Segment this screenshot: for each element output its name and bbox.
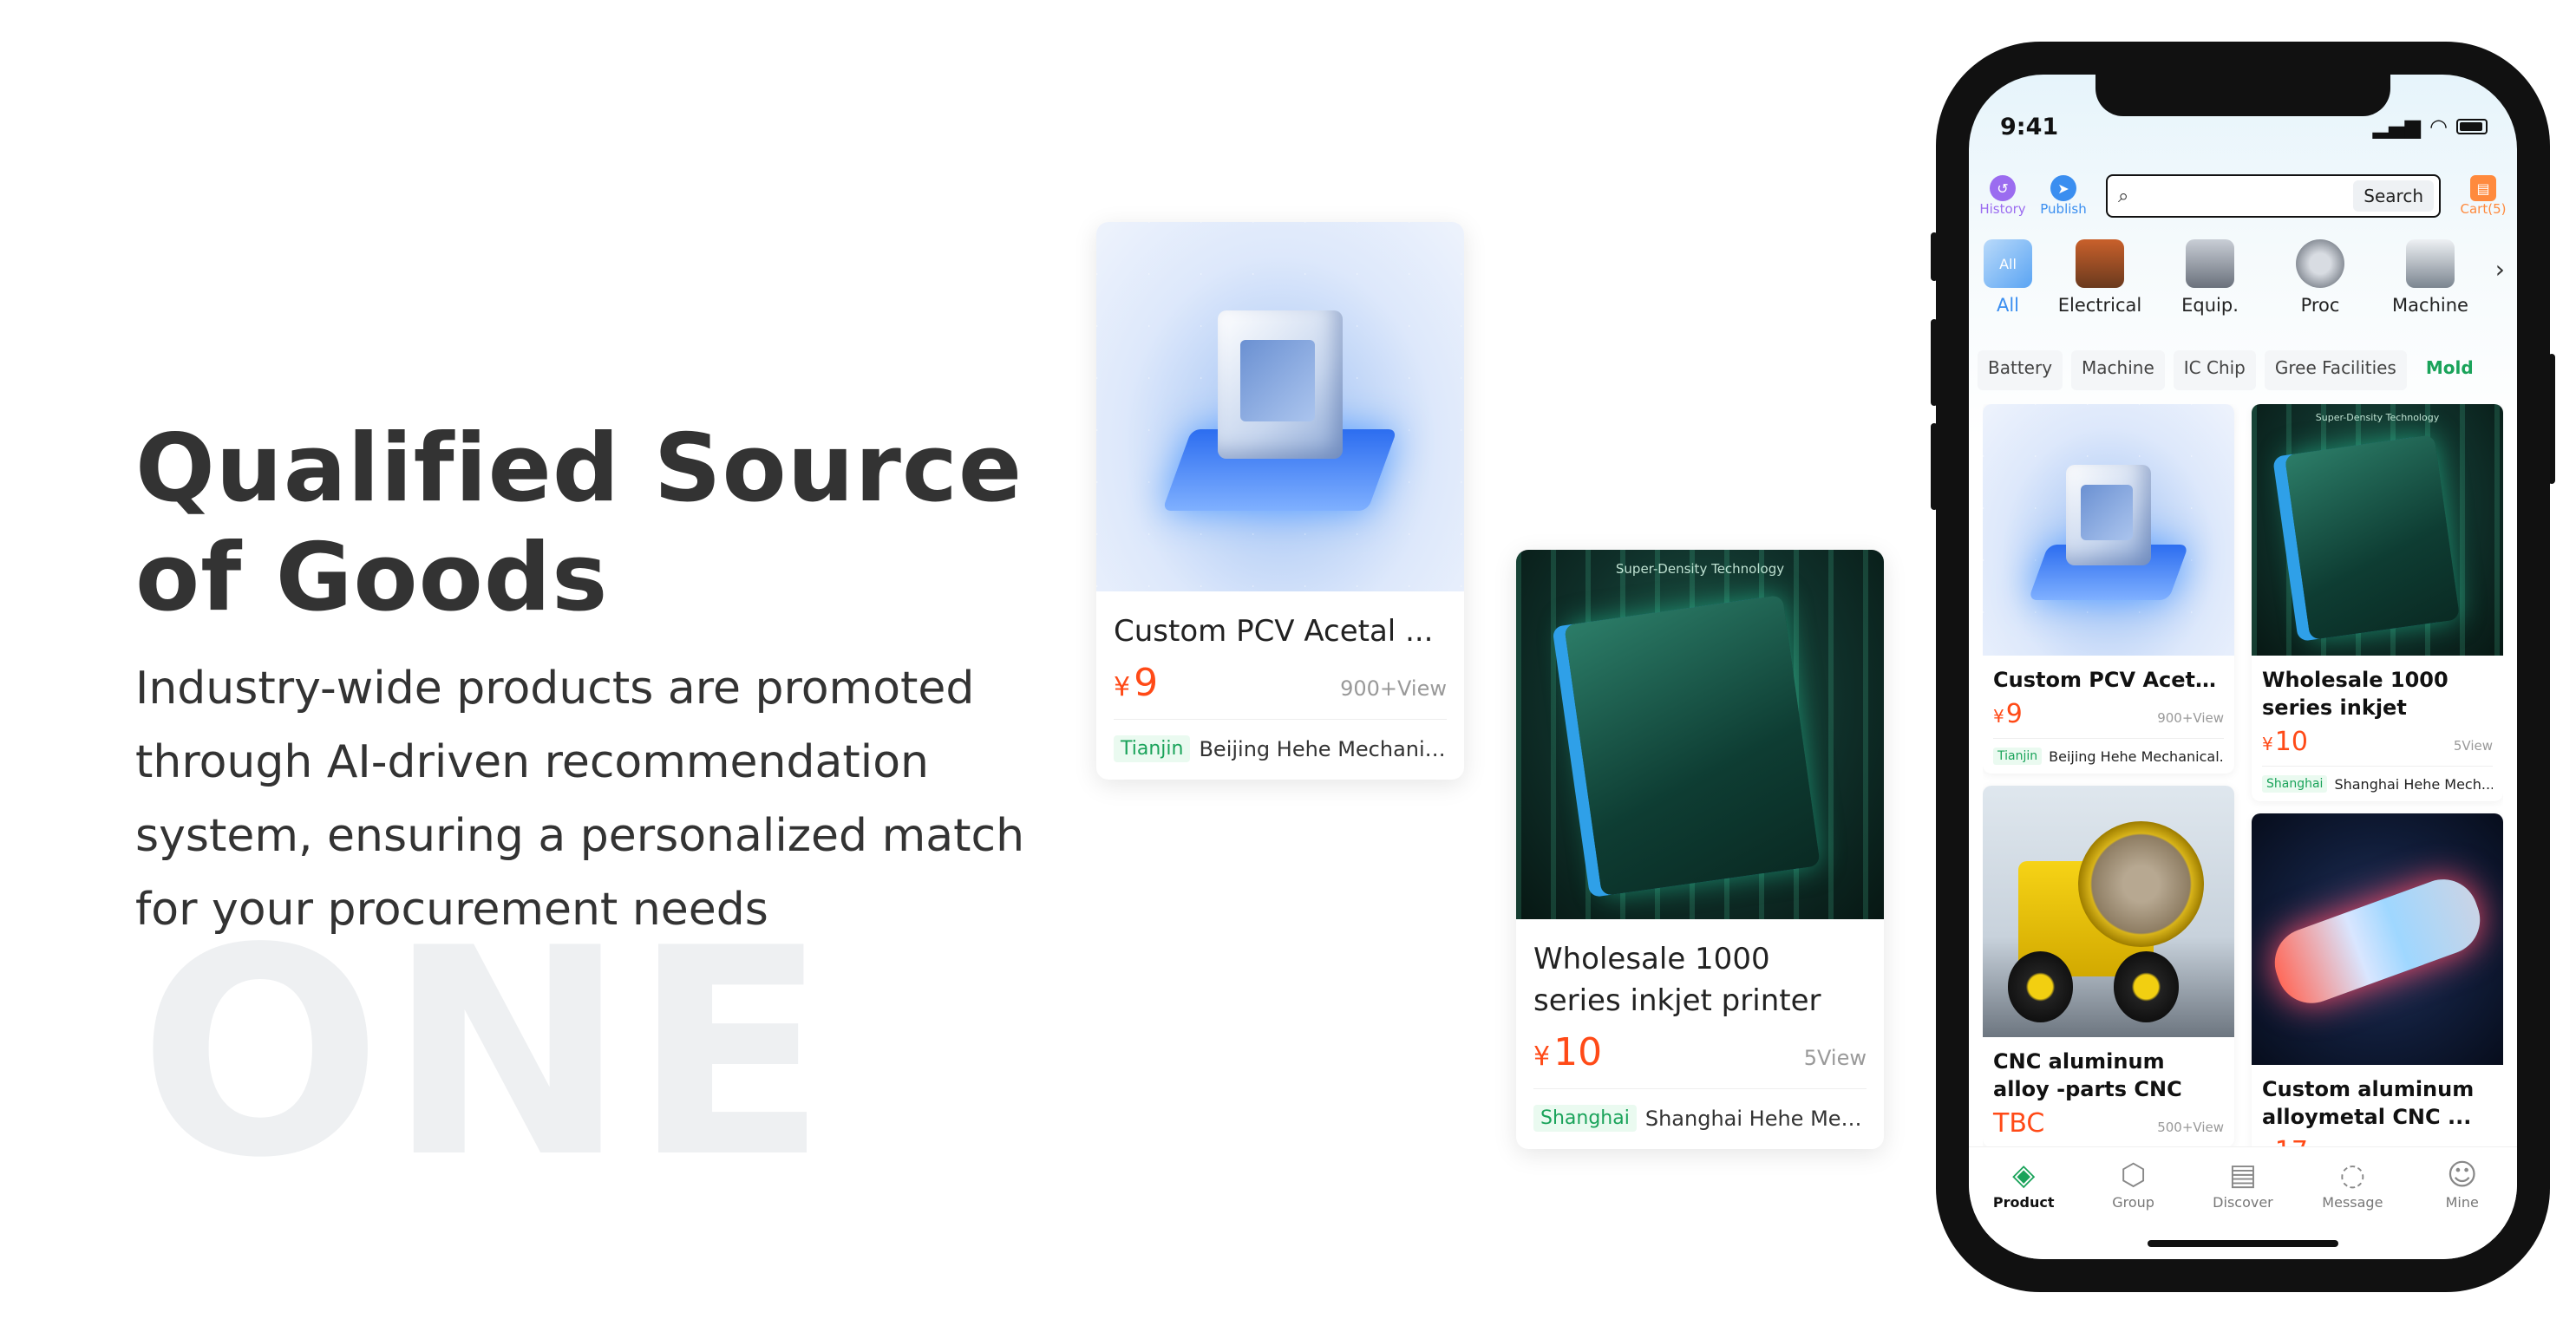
product-title: Custom PCV Acetal ... xyxy=(1114,614,1434,649)
background-word: ONE xyxy=(139,887,834,1220)
wifi-icon: ◠ xyxy=(2429,114,2448,139)
view-count: 900+View xyxy=(2157,710,2224,726)
headline: Qualified Source of Goods xyxy=(135,415,1023,632)
product-image: Super-Density Technology xyxy=(1516,550,1884,919)
home-indicator xyxy=(2148,1240,2338,1247)
tab-label: Group xyxy=(2112,1194,2154,1211)
product-card[interactable]: Custom PCV Acetal ... ¥9 900+View Tianji… xyxy=(1983,404,2234,774)
search-button[interactable]: Search xyxy=(2353,180,2434,212)
floating-product-card[interactable]: Super-Density Technology Wholesale 1000 … xyxy=(1516,550,1884,1149)
product-image xyxy=(1983,786,2234,1037)
view-count: 5View xyxy=(1803,1046,1867,1070)
category-machine[interactable]: Machine xyxy=(2382,239,2479,316)
seller-name: Beijing Hehe Mechanical... xyxy=(1199,736,1447,761)
product-card[interactable]: Super-Density Technology Wholesale 1000 … xyxy=(2252,404,2503,801)
notch xyxy=(2095,75,2390,116)
category-processing[interactable]: Proc xyxy=(2272,239,2369,316)
category-label: Proc xyxy=(2300,295,2340,316)
city-badge: Tianjin xyxy=(1114,735,1191,762)
tab-label: Product xyxy=(1992,1194,2055,1211)
layers-icon: ◈ xyxy=(2012,1158,2036,1192)
image-caption: Super-Density Technology xyxy=(2315,411,2440,423)
view-count: 900+View xyxy=(1340,676,1447,701)
subtext: Industry-wide products are promoted thro… xyxy=(135,663,1025,936)
bottom-tab-bar: ◈ Product ⬡ Group ▤ Discover ◌ Message ☺… xyxy=(1969,1146,2517,1259)
tab-mine[interactable]: ☺ Mine xyxy=(2415,1156,2510,1259)
search-icon: ⌕ xyxy=(2118,185,2129,207)
send-icon: ➤ xyxy=(2050,175,2076,201)
profile-icon: ☺ xyxy=(2447,1158,2478,1192)
phone-screen: 9:41 ▂▄▆ ◠ ↺ History ➤ Publish ⌕ Search xyxy=(1969,75,2517,1259)
product-image xyxy=(2252,813,2503,1065)
product-price: TBC xyxy=(1993,1108,2045,1139)
seller-name: Shanghai Hehe Mech... xyxy=(1644,1106,1867,1131)
history-icon: ↺ xyxy=(1990,175,2016,201)
tag-chip-highlight[interactable]: Mold xyxy=(2416,350,2484,390)
electrical-icon xyxy=(2076,239,2124,288)
product-image xyxy=(1096,222,1464,591)
product-price: ¥10 xyxy=(1533,1030,1603,1074)
category-label: Machine xyxy=(2392,295,2468,316)
city-badge: Shanghai xyxy=(2262,775,2328,793)
cart-icon: ▤ xyxy=(2470,175,2496,201)
search-input[interactable]: ⌕ Search xyxy=(2106,174,2441,218)
tab-product[interactable]: ◈ Product xyxy=(1976,1156,2071,1259)
cart-label: Cart(5) xyxy=(2460,201,2507,217)
phone-mockup: 9:41 ▂▄▆ ◠ ↺ History ➤ Publish ⌕ Search xyxy=(1931,42,2555,1292)
product-card[interactable]: Custom aluminum alloymetal CNC ... ¥17 xyxy=(2252,813,2503,1150)
processing-icon xyxy=(2296,239,2344,288)
seller-name: Shanghai Hehe Mech... xyxy=(2334,775,2493,793)
product-price: ¥9 xyxy=(1114,661,1159,705)
publish-button[interactable]: ➤ Publish xyxy=(2038,175,2089,217)
category-row: All All Electrical Equip. Proc Machine › xyxy=(1978,239,2508,336)
product-feed: Custom PCV Acetal ... ¥9 900+View Tianji… xyxy=(1983,404,2503,1150)
status-time: 9:41 xyxy=(2000,113,2059,140)
product-price: ¥9 xyxy=(1993,699,2023,729)
category-all[interactable]: All All xyxy=(1978,239,2038,316)
history-label: History xyxy=(1979,201,2026,217)
view-count: 5View xyxy=(2453,738,2493,754)
category-electrical[interactable]: Electrical xyxy=(2051,239,2148,316)
view-count: 500+View xyxy=(2157,1120,2224,1135)
tab-label: Mine xyxy=(2445,1194,2479,1211)
tag-chip[interactable]: Gree Facilities xyxy=(2264,350,2407,390)
product-title: Custom aluminum alloymetal CNC ... xyxy=(2262,1077,2475,1129)
floating-product-card[interactable]: Custom PCV Acetal ... ¥9 900+View Tianji… xyxy=(1096,222,1464,780)
tab-label: Message xyxy=(2322,1194,2383,1211)
news-icon: ▤ xyxy=(2228,1158,2258,1192)
product-title: Custom PCV Acetal ... xyxy=(1993,668,2224,692)
product-card[interactable]: CNC aluminum alloy -parts CNC machini...… xyxy=(1983,786,2234,1147)
tag-chip[interactable]: IC Chip xyxy=(2173,350,2256,390)
city-badge: Shanghai xyxy=(1533,1105,1637,1132)
equipment-icon xyxy=(2186,239,2234,288)
category-label: All xyxy=(1996,295,2020,316)
product-title: Wholesale 1000 series inkjet printer mic… xyxy=(2262,668,2449,720)
battery-icon xyxy=(2456,119,2488,134)
image-caption: Super-Density Technology xyxy=(1615,560,1785,577)
chat-icon: ◌ xyxy=(2339,1158,2366,1192)
product-title: Wholesale 1000 series inkjet printer mic… xyxy=(1533,942,1821,1018)
chevron-right-icon[interactable]: › xyxy=(2495,255,2505,284)
category-label: Electrical xyxy=(2057,295,2142,316)
hexagon-icon: ⬡ xyxy=(2120,1158,2147,1192)
product-image xyxy=(1983,404,2234,656)
product-image: Super-Density Technology xyxy=(2252,404,2503,656)
tag-chip[interactable]: Battery xyxy=(1978,350,2063,390)
product-price: ¥10 xyxy=(2262,727,2308,757)
category-equipment[interactable]: Equip. xyxy=(2161,239,2259,316)
machine-icon xyxy=(2406,239,2455,288)
category-label: Equip. xyxy=(2181,295,2239,316)
signal-icon: ▂▄▆ xyxy=(2372,114,2422,139)
publish-label: Publish xyxy=(2040,201,2087,217)
product-title: CNC aluminum alloy -parts CNC machini... xyxy=(1993,1049,2182,1101)
tag-chip[interactable]: Machine xyxy=(2071,350,2165,390)
all-icon: All xyxy=(1984,239,2032,288)
tab-label: Discover xyxy=(2213,1194,2273,1211)
cart-button[interactable]: ▤ Cart(5) xyxy=(2458,175,2508,217)
seller-name: Beijing Hehe Mechanical... xyxy=(2049,748,2224,765)
history-button[interactable]: ↺ History xyxy=(1978,175,2028,217)
city-badge: Tianjin xyxy=(1993,748,2043,765)
tag-row: Battery Machine IC Chip Gree Facilities … xyxy=(1978,350,2508,390)
top-bar: ↺ History ➤ Publish ⌕ Search ▤ Cart(5) xyxy=(1978,161,2508,231)
